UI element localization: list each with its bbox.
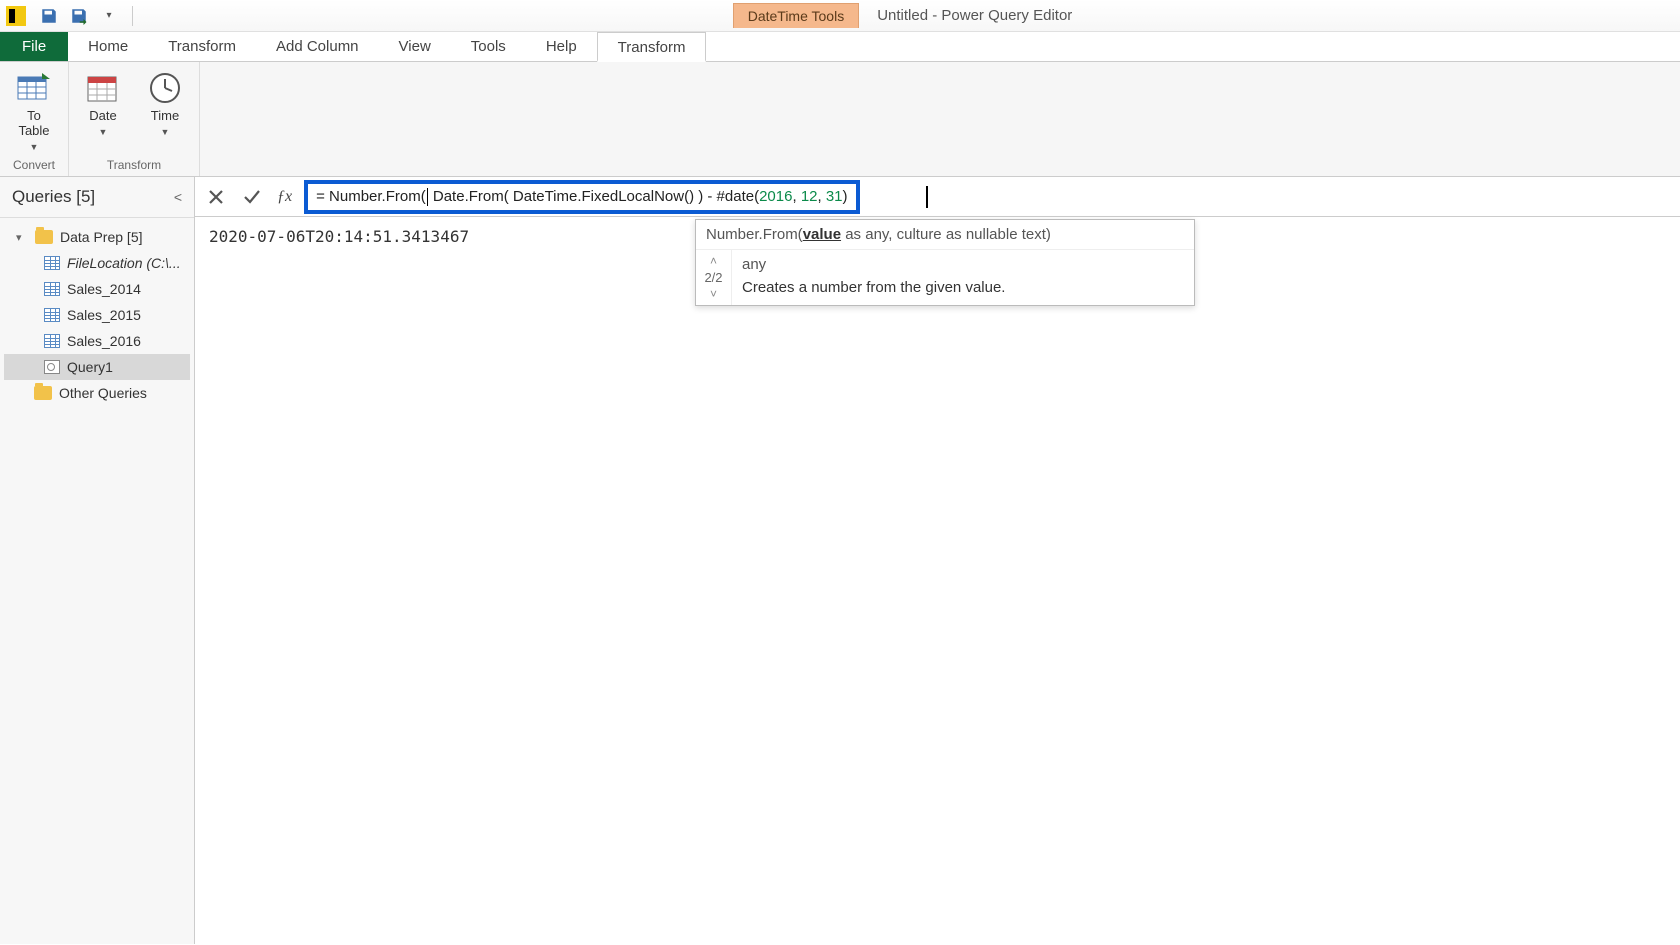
to-table-button[interactable]: To Table ▼: [10, 70, 58, 152]
formula-bar: ƒx = Number.From( Date.From( DateTime.Fi…: [195, 177, 1680, 217]
tab-transform[interactable]: Transform: [148, 32, 256, 61]
query-label: Sales_2014: [67, 281, 141, 297]
tab-home[interactable]: Home: [68, 32, 148, 61]
queries-title: Queries [5]: [12, 187, 95, 207]
overload-nav: ˄ 2/2 ˅: [696, 250, 732, 305]
query-sales-2014[interactable]: Sales_2014: [4, 276, 190, 302]
folder-data-prep[interactable]: ▾ Data Prep [5]: [4, 224, 190, 250]
formula-text: ,: [818, 188, 826, 205]
folder-label: Other Queries: [59, 385, 147, 401]
ribbon-group-convert: To Table ▼ Convert: [0, 62, 69, 176]
queries-tree: ▾ Data Prep [5] FileLocation (C:\... Sal…: [0, 218, 194, 412]
table-icon: [16, 70, 52, 106]
tab-tools[interactable]: Tools: [451, 32, 526, 61]
formula-text: ,: [792, 188, 800, 205]
contextual-tool-label: DateTime Tools: [733, 3, 859, 28]
param-description: Creates a number from the given value.: [742, 279, 1184, 296]
chevron-down-icon: ▼: [30, 142, 39, 152]
formula-number: 2016: [759, 188, 792, 205]
time-label: Time: [151, 109, 179, 124]
collapse-pane-icon[interactable]: <: [174, 189, 182, 205]
commit-formula-icon[interactable]: [237, 182, 267, 212]
chevron-down-icon: ▼: [161, 127, 170, 137]
formula-text: Date.From( DateTime.FixedLocalNow() ) - …: [429, 188, 759, 205]
folder-icon: [34, 386, 52, 400]
app-icon: [6, 6, 26, 26]
formula-number: 31: [826, 188, 843, 205]
table-icon: [44, 308, 60, 322]
query-sales-2016[interactable]: Sales_2016: [4, 328, 190, 354]
overload-counter: 2/2: [704, 268, 722, 287]
formula-text: ): [843, 188, 848, 205]
chevron-up-icon[interactable]: ˄: [710, 254, 717, 268]
edit-caret: [926, 186, 928, 208]
text-cursor: [427, 188, 428, 206]
quick-access-toolbar: ▾: [32, 5, 143, 27]
folder-icon: [35, 230, 53, 244]
sig-current-param: value: [803, 226, 841, 243]
ribbon: To Table ▼ Convert Date ▼ Time ▼ Tran: [0, 62, 1680, 177]
fx-icon[interactable]: ƒx: [273, 188, 296, 206]
window-title: Untitled - Power Query Editor: [859, 3, 1090, 28]
separator: [132, 6, 133, 26]
collapse-icon[interactable]: ▾: [16, 231, 28, 244]
save-as-icon[interactable]: [68, 5, 90, 27]
folder-other-queries[interactable]: Other Queries: [4, 380, 190, 406]
formula-input[interactable]: = Number.From( Date.From( DateTime.Fixed…: [304, 180, 859, 214]
sig-text: as any, culture as nullable text): [841, 226, 1051, 243]
date-button[interactable]: Date ▼: [79, 70, 127, 137]
formula-number: 12: [801, 188, 818, 205]
table-icon: [44, 334, 60, 348]
queries-pane-header: Queries [5] <: [0, 177, 194, 218]
ribbon-tab-strip: File Home Transform Add Column View Tool…: [0, 32, 1680, 62]
query-label: Query1: [67, 359, 113, 375]
tab-view[interactable]: View: [379, 32, 451, 61]
folder-label: Data Prep [5]: [60, 229, 143, 245]
query-label: Sales_2016: [67, 333, 141, 349]
title-bar: ▾ DateTime Tools Untitled - Power Query …: [0, 0, 1680, 32]
tab-help[interactable]: Help: [526, 32, 597, 61]
to-table-label: To Table: [18, 109, 49, 139]
query-icon: [44, 360, 60, 374]
queries-pane: Queries [5] < ▾ Data Prep [5] FileLocati…: [0, 177, 195, 944]
cancel-formula-icon[interactable]: [201, 182, 231, 212]
table-icon: [44, 282, 60, 296]
tab-add-column[interactable]: Add Column: [256, 32, 379, 61]
tab-file[interactable]: File: [0, 32, 68, 61]
sig-text: Number.From(: [706, 226, 803, 243]
ribbon-group-transform: Date ▼ Time ▼ Transform: [69, 62, 200, 176]
chevron-down-icon: ▼: [99, 127, 108, 137]
query-label: FileLocation (C:\...: [67, 255, 181, 271]
group-label-transform: Transform: [107, 156, 161, 174]
group-label-convert: Convert: [13, 156, 55, 174]
clock-icon: [147, 70, 183, 106]
table-icon: [44, 256, 60, 270]
signature-row: Number.From(value as any, culture as nul…: [696, 220, 1194, 250]
qat-dropdown-icon[interactable]: ▾: [98, 5, 120, 27]
time-button[interactable]: Time ▼: [141, 70, 189, 137]
query-sales-2015[interactable]: Sales_2015: [4, 302, 190, 328]
intellisense-tooltip: Number.From(value as any, culture as nul…: [695, 219, 1195, 306]
query-query1[interactable]: Query1: [4, 354, 190, 380]
content-area: ƒx = Number.From( Date.From( DateTime.Fi…: [195, 177, 1680, 944]
query-filelocation[interactable]: FileLocation (C:\...: [4, 250, 190, 276]
save-icon[interactable]: [38, 5, 60, 27]
query-label: Sales_2015: [67, 307, 141, 323]
date-label: Date: [89, 109, 116, 124]
calendar-icon: [85, 70, 121, 106]
param-type: any: [742, 256, 1184, 273]
chevron-down-icon[interactable]: ˅: [710, 287, 717, 301]
formula-text: = Number.From(: [316, 188, 426, 205]
tab-context-transform[interactable]: Transform: [597, 32, 707, 62]
